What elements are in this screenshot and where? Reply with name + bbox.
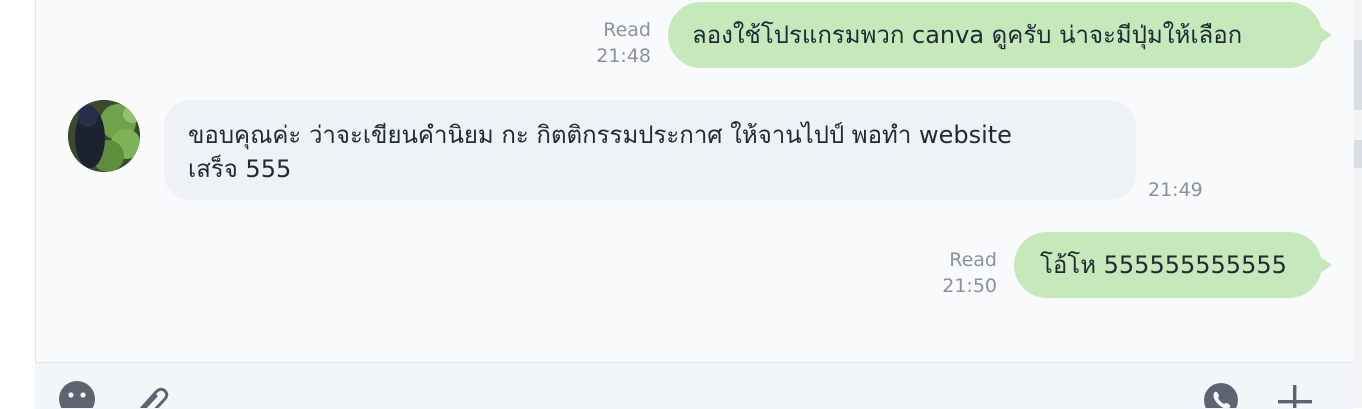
bubble-tail xyxy=(1319,256,1332,274)
call-icon[interactable] xyxy=(1203,382,1239,408)
scrollbar-marker[interactable] xyxy=(1354,140,1362,168)
avatar-image xyxy=(68,100,140,172)
scrollbar-marker[interactable] xyxy=(1354,40,1362,110)
message-time: 21:48 xyxy=(596,45,651,67)
read-receipt: Read xyxy=(603,19,651,41)
outgoing-message-bubble[interactable]: โอ้โห 555555555555 xyxy=(1014,232,1322,298)
message-text-line: เสร็จ 555 xyxy=(188,155,292,183)
message-meta: Read 21:50 xyxy=(925,247,997,299)
message-time: 21:50 xyxy=(942,275,997,297)
add-icon[interactable] xyxy=(1277,384,1313,408)
message-time: 21:49 xyxy=(1148,179,1203,201)
read-receipt: Read xyxy=(949,249,997,271)
bubble-tail xyxy=(1319,26,1332,44)
incoming-message-bubble[interactable]: ขอบคุณค่ะ ว่าจะเขียนคำนิยม กะ กิตติกรรมป… xyxy=(164,100,1136,200)
outgoing-message-bubble[interactable]: ลองใช้โปรแกรมพวก canva ดูครับ น่าจะมีปุ่… xyxy=(668,2,1322,68)
message-text-line: ขอบคุณค่ะ ว่าจะเขียนคำนิยม กะ กิตติกรรมป… xyxy=(188,121,1012,149)
message-input-bar[interactable] xyxy=(35,362,1353,409)
contact-avatar[interactable] xyxy=(68,100,140,172)
emoji-icon[interactable] xyxy=(58,380,98,408)
message-text: ลองใช้โปรแกรมพวก canva ดูครับ น่าจะมีปุ่… xyxy=(692,21,1243,49)
attachment-icon[interactable] xyxy=(130,380,170,408)
message-meta: Read 21:48 xyxy=(575,17,651,69)
message-text: โอ้โห 555555555555 xyxy=(1040,251,1287,279)
